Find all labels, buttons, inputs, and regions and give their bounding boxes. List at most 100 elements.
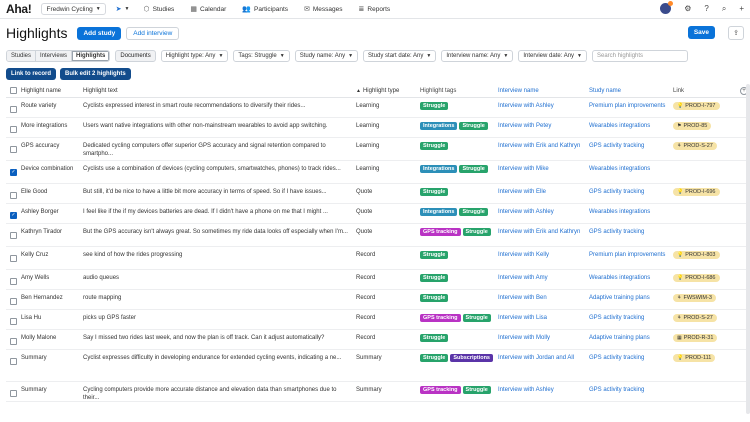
record-link-pill[interactable]: ▦ PROD-R-31 [673, 334, 718, 342]
row-checkbox[interactable]: ✓ [10, 169, 17, 176]
filter-interview-name[interactable]: Interview name: Any ▼ [441, 49, 514, 62]
study-link[interactable]: Premium plan improvements [589, 247, 673, 259]
tag-badge[interactable]: Struggle [420, 142, 449, 150]
interview-link[interactable]: Interview with Erik and Kathryn [498, 138, 589, 150]
nav-studies[interactable]: ⬡ Studies [144, 5, 175, 14]
study-link[interactable]: Adaptive training plans [589, 330, 673, 342]
highlight-text[interactable]: Cyclists expressed interest in smart rou… [83, 98, 356, 110]
record-link-pill[interactable]: 💡 PROD-I-797 [673, 102, 720, 110]
interview-link[interactable]: Interview with Mike [498, 161, 589, 173]
highlight-name[interactable]: Route variety [21, 98, 83, 110]
interview-link[interactable]: Interview with Ashley [498, 98, 589, 110]
table-row[interactable]: Lisa Hu picks up GPS faster Record GPS trac… [6, 310, 746, 330]
study-link[interactable]: GPS activity tracking [589, 138, 673, 150]
help-icon[interactable]: ? [704, 4, 708, 13]
table-row[interactable]: Route variety Cyclists expressed interest… [6, 98, 746, 118]
tag-badge[interactable]: Integrations [420, 208, 458, 216]
tag-badge[interactable]: Struggle [420, 251, 449, 259]
highlight-text[interactable]: audio queues [83, 270, 356, 282]
table-row[interactable]: GPS accuracy Dedicated cycling computers … [6, 138, 746, 161]
tag-badge[interactable]: GPS tracking [420, 386, 461, 394]
study-link[interactable]: GPS activity tracking [589, 382, 673, 394]
search-icon[interactable]: ⌕ [722, 4, 726, 14]
table-row[interactable]: Summary Cycling computers provide more ac… [6, 382, 746, 402]
add-interview-button[interactable]: Add interview [126, 26, 180, 40]
nav-messages[interactable]: ✉ Messages [304, 5, 343, 14]
highlight-name[interactable]: Amy Wells [21, 270, 83, 282]
record-link-pill[interactable]: 💡 PROD-I-686 [673, 274, 720, 282]
tag-badge[interactable]: Struggle [420, 274, 449, 282]
record-link-pill[interactable]: ⚑ PROD-85 [673, 122, 712, 130]
save-button[interactable]: Save [687, 26, 715, 39]
row-checkbox[interactable] [10, 338, 17, 345]
tag-badge[interactable]: GPS tracking [420, 314, 461, 322]
tag-badge[interactable]: Struggle [420, 294, 449, 302]
select-all-checkbox[interactable] [10, 87, 17, 94]
filter-interview-date[interactable]: Interview date: Any ▼ [518, 49, 587, 62]
interview-link[interactable]: Interview with Ashley [498, 382, 589, 394]
highlight-text[interactable]: But the GPS accuracy isn't always great.… [83, 224, 356, 236]
study-link[interactable]: GPS activity tracking [589, 350, 673, 362]
tag-badge[interactable]: Struggle [462, 228, 491, 236]
record-link-pill[interactable]: ⚘ FWSWIM-3 [673, 294, 716, 302]
highlight-name[interactable]: Molly Malone [21, 330, 83, 342]
table-row[interactable]: More integrations Users want native integ… [6, 118, 746, 138]
row-checkbox[interactable] [10, 232, 17, 239]
row-checkbox[interactable] [10, 146, 17, 153]
table-row[interactable]: Amy Wells audio queues Record Struggle Inter… [6, 270, 746, 290]
table-row[interactable]: Molly Malone Say I missed two rides last … [6, 330, 746, 350]
tag-badge[interactable]: Integrations [420, 122, 458, 130]
link-to-record-button[interactable]: Link to record [6, 68, 57, 80]
row-checkbox[interactable] [10, 298, 17, 305]
col-highlight-type[interactable]: ▲ Highlight type [356, 84, 420, 98]
highlight-text[interactable]: But still, it'd be nice to have a little… [83, 184, 356, 196]
study-link[interactable]: Premium plan improvements [589, 98, 673, 110]
highlight-name[interactable]: More integrations [21, 118, 83, 130]
interview-link[interactable]: Interview with Molly [498, 330, 589, 342]
filter-highlight-type[interactable]: Highlight type: Any ▼ [160, 49, 229, 62]
aha-logo[interactable]: Aha! [6, 2, 32, 16]
interview-link[interactable]: Interview with Petey [498, 118, 589, 130]
row-checkbox[interactable] [10, 106, 17, 113]
study-link[interactable]: Wearables integrations [589, 204, 673, 216]
tag-badge[interactable]: Struggle [462, 386, 491, 394]
workspace-selector[interactable]: Fredwin Cycling ▼ [41, 3, 106, 15]
interview-link[interactable]: Interview with Jordan and All [498, 350, 589, 362]
row-checkbox[interactable]: ✓ [10, 212, 17, 219]
tag-badge[interactable]: Subscriptions [450, 354, 493, 362]
highlight-name[interactable]: Kathryn Tirador [21, 224, 83, 236]
share-icon[interactable]: ⇪ [728, 26, 744, 40]
record-link-pill[interactable]: 💡 PROD-I-803 [673, 251, 720, 259]
avatar[interactable] [660, 1, 674, 14]
record-link-pill[interactable]: ⚘ PROD-S-27 [673, 314, 717, 322]
col-highlight-name[interactable]: Highlight name [21, 84, 83, 98]
record-link-pill[interactable]: ⚘ PROD-S-27 [673, 142, 717, 150]
tag-badge[interactable]: Struggle [459, 165, 488, 173]
scrollbar[interactable] [746, 84, 750, 414]
tag-badge[interactable]: Struggle [459, 122, 488, 130]
highlight-text[interactable]: I feel like if the if my devices batteri… [83, 204, 356, 216]
interview-link[interactable]: Interview with Kelly [498, 247, 589, 259]
search-input[interactable]: Search highlights [592, 49, 688, 62]
highlight-name[interactable]: Ashley Borger [21, 204, 83, 216]
highlight-name[interactable]: Kelly Cruz [21, 247, 83, 259]
highlight-text[interactable]: Users want native integrations with othe… [83, 118, 356, 130]
highlight-name[interactable]: Elle Good [21, 184, 83, 196]
tag-badge[interactable]: Struggle [462, 314, 491, 322]
filter-study-start-date[interactable]: Study start date: Any ▼ [363, 49, 437, 62]
study-link[interactable]: GPS activity tracking [589, 184, 673, 196]
highlight-name[interactable]: Lisa Hu [21, 310, 83, 322]
tab-studies[interactable]: Studies [7, 50, 37, 61]
study-link[interactable]: Wearables integrations [589, 161, 673, 173]
highlight-text[interactable]: Cyclist expresses difficulty in developi… [83, 350, 356, 362]
highlight-name[interactable]: Device combination [21, 161, 83, 173]
record-type-selector[interactable]: ➤ ▼ [116, 5, 130, 13]
table-row[interactable]: ✓ Ashley Borger I feel like if the if my d… [6, 204, 746, 224]
tag-badge[interactable]: GPS tracking [420, 228, 461, 236]
plus-icon[interactable]: + [739, 4, 744, 13]
row-checkbox[interactable] [10, 318, 17, 325]
tab-documents[interactable]: Documents [115, 49, 156, 62]
table-row[interactable]: Elle Good But still, it'd be nice to have… [6, 184, 746, 204]
col-study-name[interactable]: Study name [589, 84, 673, 98]
nav-calendar[interactable]: ▦ Calendar [190, 5, 226, 14]
